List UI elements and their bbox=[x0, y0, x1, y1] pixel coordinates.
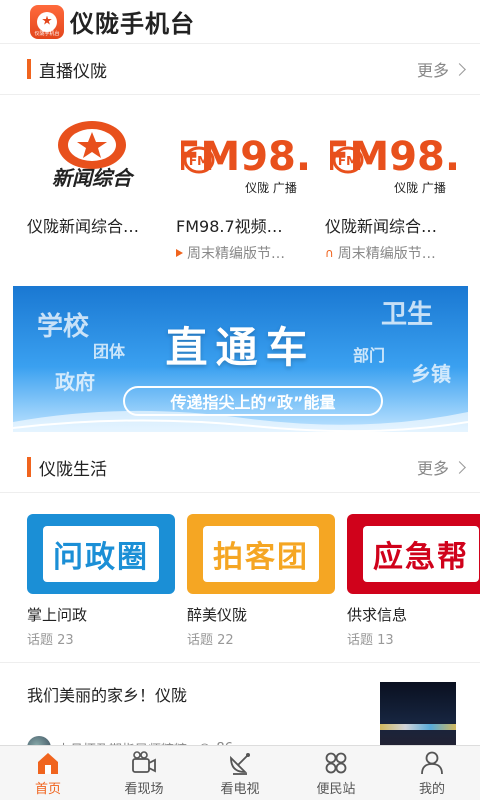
live-card-3[interactable]: FM FM98.7 仪陇 广播 仪陇新闻综合… ∩ 周末精编版节… bbox=[325, 105, 465, 263]
life-card-name: 掌上问政 bbox=[27, 606, 88, 624]
chevron-right-icon bbox=[453, 62, 466, 76]
user-icon bbox=[421, 751, 443, 774]
top-header: 仪陇手机台 仪陇手机台 bbox=[0, 0, 480, 44]
life-card-image: 问政圈 bbox=[27, 514, 175, 594]
life-card-topic-count: 话题 23 bbox=[27, 633, 74, 648]
svg-text:FM98.7: FM98.7 bbox=[181, 134, 311, 180]
tab-label: 看现场 bbox=[124, 781, 164, 797]
fm-channel-logo: FM FM98.7 仪陇 广播 bbox=[176, 105, 316, 205]
tab-label: 我的 bbox=[418, 781, 445, 797]
section-life-title: 仪陇生活 bbox=[39, 459, 107, 480]
more-label: 更多 bbox=[416, 459, 449, 478]
more-label: 更多 bbox=[416, 61, 449, 80]
live-program: ∩ 周末精编版节… bbox=[325, 243, 465, 263]
life-card-name: 供求信息 bbox=[347, 606, 408, 624]
video-camera-icon bbox=[132, 750, 156, 773]
divider bbox=[0, 662, 480, 663]
headphones-icon: ∩ bbox=[325, 246, 334, 260]
life-card-image: 应急帮 bbox=[347, 514, 480, 594]
news-channel-logo: 新闻综合 bbox=[27, 105, 167, 205]
life-card-image-text: 问政圈 bbox=[43, 526, 159, 582]
tab-label: 首页 bbox=[34, 781, 61, 797]
divider bbox=[0, 492, 480, 493]
grid-circles-icon bbox=[325, 752, 347, 773]
section-live-header: 直播仪陇 更多 bbox=[0, 44, 480, 94]
section-live-more-button[interactable]: 更多 bbox=[416, 57, 466, 81]
article-item[interactable]: 我们美丽的家乡！仪陇 bbox=[0, 670, 480, 746]
bottom-tab-bar: 首页 看现场 看电视 便民站 我的 bbox=[0, 745, 480, 800]
life-card-3[interactable]: 应急帮 供求信息 话题 13 bbox=[347, 514, 480, 648]
section-life-more-button[interactable]: 更多 bbox=[416, 455, 466, 479]
play-icon bbox=[176, 249, 183, 257]
svg-text:新闻综合: 新闻综合 bbox=[52, 166, 135, 190]
life-card-name: 醉美仪陇 bbox=[187, 606, 248, 624]
life-card-topic-count: 话题 13 bbox=[347, 633, 394, 648]
tab-label: 便民站 bbox=[316, 781, 356, 797]
fm-channel-logo: FM FM98.7 仪陇 广播 bbox=[325, 105, 465, 205]
tab-profile[interactable]: 我的 bbox=[384, 746, 480, 800]
chevron-right-icon bbox=[453, 460, 466, 474]
live-channel-name: 仪陇新闻综合… bbox=[325, 217, 438, 236]
tab-tv[interactable]: 看电视 bbox=[192, 746, 288, 800]
app-root: 仪陇手机台 仪陇手机台 直播仪陇 更多 新闻综合 仪陇新闻综合… FM FM98… bbox=[0, 0, 480, 800]
life-card-2[interactable]: 拍客团 醉美仪陇 话题 22 bbox=[187, 514, 335, 648]
tab-live-scene[interactable]: 看现场 bbox=[96, 746, 192, 800]
svg-text:仪陇 广播: 仪陇 广播 bbox=[394, 180, 446, 195]
section-accent-bar bbox=[27, 59, 31, 79]
home-icon bbox=[38, 752, 58, 774]
app-title: 仪陇手机台 bbox=[70, 10, 195, 38]
tab-home[interactable]: 首页 bbox=[0, 746, 96, 800]
promo-banner[interactable]: 学校 团体 政府 卫生 部门 乡镇 直通车 传递指尖上的“政”能量 bbox=[13, 286, 468, 432]
life-card-1[interactable]: 问政圈 掌上问政 话题 23 bbox=[27, 514, 175, 648]
life-card-topic-count: 话题 22 bbox=[187, 633, 234, 648]
svg-text:仪陇 广播: 仪陇 广播 bbox=[245, 180, 297, 195]
live-channel-name: 仪陇新闻综合… bbox=[27, 217, 140, 236]
live-card-1[interactable]: 新闻综合 仪陇新闻综合… bbox=[27, 105, 167, 237]
tab-service[interactable]: 便民站 bbox=[288, 746, 384, 800]
satellite-dish-icon bbox=[230, 752, 250, 775]
live-channel-list: 新闻综合 仪陇新闻综合… FM FM98.7 仪陇 广播 FM98.7视频… 周… bbox=[0, 105, 480, 275]
section-live-title: 直播仪陇 bbox=[39, 61, 107, 82]
banner-wave-graphic bbox=[13, 410, 468, 432]
banner-title: 直通车 bbox=[165, 323, 316, 372]
live-program-label: 周末精编版节… bbox=[337, 246, 436, 262]
life-card-image: 拍客团 bbox=[187, 514, 335, 594]
life-card-image-text: 应急帮 bbox=[363, 526, 479, 582]
live-program-label: 周末精编版节… bbox=[187, 246, 285, 262]
live-channel-name: FM98.7视频… bbox=[176, 217, 283, 236]
live-program: 周末精编版节… bbox=[176, 243, 316, 263]
svg-text:FM98.7: FM98.7 bbox=[330, 134, 460, 180]
life-topic-list: 问政圈 掌上问政 话题 23 拍客团 醉美仪陇 话题 22 应急帮 供求信息 话… bbox=[0, 514, 480, 649]
tab-label: 看电视 bbox=[220, 781, 260, 797]
section-accent-bar bbox=[27, 457, 31, 477]
live-card-2[interactable]: FM FM98.7 仪陇 广播 FM98.7视频… 周末精编版节… bbox=[176, 105, 316, 263]
article-thumbnail bbox=[380, 682, 456, 746]
app-logo-icon: 仪陇手机台 bbox=[30, 4, 64, 39]
divider bbox=[0, 94, 480, 95]
life-card-image-text: 拍客团 bbox=[203, 526, 319, 582]
section-life-header: 仪陇生活 更多 bbox=[0, 442, 480, 492]
